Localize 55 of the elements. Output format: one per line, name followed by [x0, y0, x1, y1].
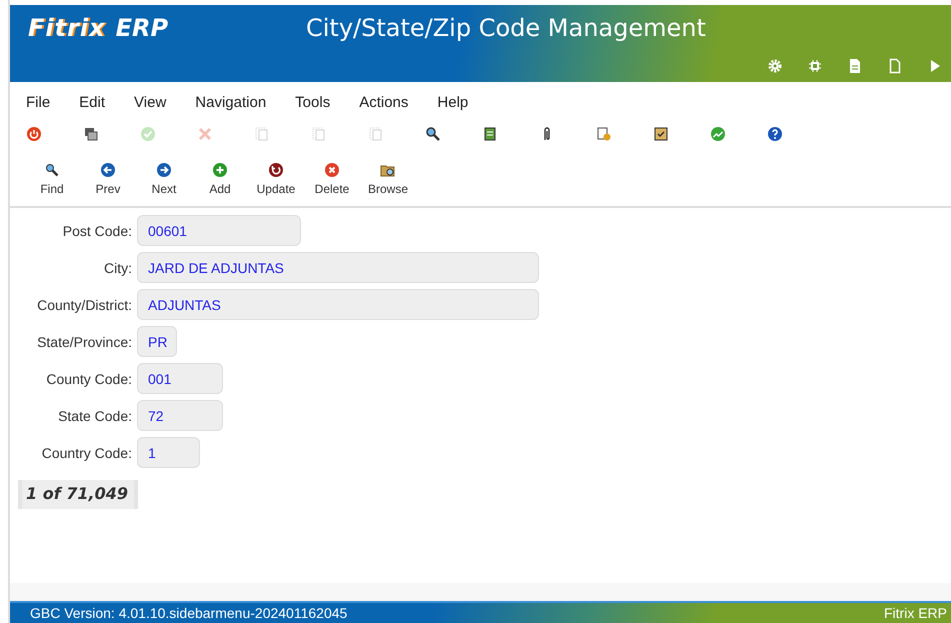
- action-button[interactable]: Find: [24, 158, 80, 202]
- input-field[interactable]: JARD DE ADJUNTAS: [137, 252, 539, 283]
- plus-icon: [212, 162, 228, 178]
- field-label: Country Code:: [40, 444, 132, 460]
- notepad-icon: [482, 126, 498, 142]
- field-label: State/Province:: [36, 334, 132, 350]
- settings-icon: [767, 58, 783, 74]
- field-label: State Code:: [57, 408, 132, 424]
- input-field[interactable]: 00601: [137, 215, 301, 246]
- chip-icon: [807, 58, 823, 74]
- action-button[interactable]: Prev: [80, 158, 136, 202]
- input-field[interactable]: 72: [137, 400, 223, 431]
- zoom-icon: [425, 126, 441, 142]
- action-button[interactable]: Delete: [304, 158, 360, 202]
- field-label: County Code:: [45, 370, 132, 386]
- menu-item[interactable]: Navigation: [195, 92, 296, 112]
- window-title: City/State/Zip Code Management: [305, 12, 707, 44]
- document-icon: [596, 126, 612, 142]
- action-button[interactable]: Next: [136, 158, 192, 202]
- menu-item[interactable]: View: [134, 92, 196, 112]
- power-icon: [26, 126, 42, 142]
- windows-icon: [83, 126, 99, 142]
- input-field[interactable]: ADJUNTAS: [137, 289, 539, 320]
- document-icon: [847, 58, 863, 74]
- logo: Fitrix: [28, 14, 106, 42]
- version-text: GBC Version: 4.01.10.sidebarmenu-202401162045: [30, 605, 348, 621]
- menu-item[interactable]: Edit: [79, 92, 134, 112]
- field-label: Post Code:: [62, 222, 132, 238]
- input-field[interactable]: 001: [137, 363, 223, 394]
- record-count: 1 of 71,049: [18, 480, 138, 509]
- field-label: City:: [103, 260, 132, 276]
- document-copy-icon: [368, 126, 384, 142]
- delete-icon: [324, 162, 340, 178]
- menu-item[interactable]: File: [26, 92, 80, 112]
- action-button[interactable]: Update: [248, 158, 304, 202]
- field-label: County/District:: [36, 296, 132, 312]
- cross-icon: [197, 126, 213, 142]
- logo-suffix: ERP: [116, 14, 168, 42]
- checklist-icon: [653, 126, 669, 142]
- menu-item[interactable]: Help: [437, 92, 498, 112]
- search-icon: [44, 162, 60, 178]
- menu-item[interactable]: Actions: [359, 92, 438, 112]
- page-icon: [887, 58, 903, 74]
- chart-icon: [710, 126, 726, 142]
- input-field[interactable]: PR: [137, 326, 177, 357]
- input-field[interactable]: 1: [137, 437, 200, 468]
- action-button[interactable]: Browse: [360, 158, 416, 202]
- document-copy-icon: [311, 126, 327, 142]
- check-icon: [140, 126, 156, 142]
- refresh-icon: [268, 162, 284, 178]
- menu-item[interactable]: Tools: [295, 92, 360, 112]
- product-name: Fitrix ERP: [884, 605, 947, 621]
- document-copy-icon: [254, 126, 270, 142]
- help-icon: [767, 126, 783, 142]
- action-button[interactable]: Add: [192, 158, 248, 202]
